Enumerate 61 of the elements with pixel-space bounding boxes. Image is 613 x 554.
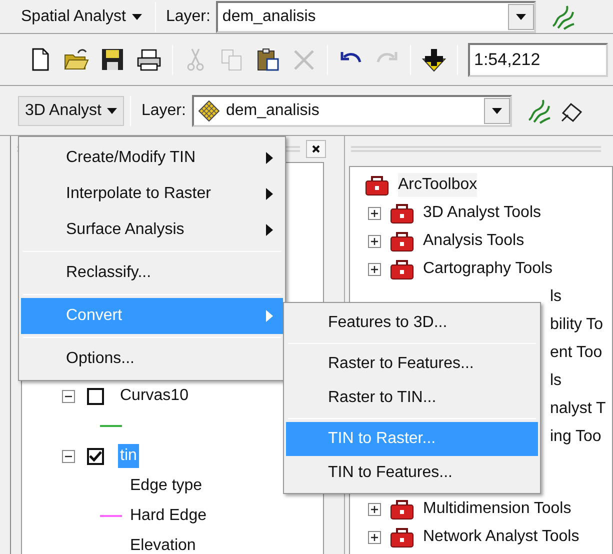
analyst-menu-button[interactable]: Spatial Analyst	[14, 2, 149, 32]
expand-toggle[interactable]	[368, 206, 381, 220]
contour-icon[interactable]	[550, 4, 576, 30]
toolset-name[interactable]: Multidimension Tools	[423, 497, 572, 521]
open-folder-icon[interactable]	[64, 46, 90, 72]
expand-toggle[interactable]	[368, 530, 381, 544]
toolbox-icon	[389, 257, 415, 281]
caret-icon	[132, 14, 142, 20]
menu-item[interactable]: Options...	[21, 341, 283, 377]
toolbox-icon	[389, 525, 415, 549]
toolset-name[interactable]: ls	[550, 369, 562, 393]
grid-layer-icon	[198, 100, 220, 122]
toolset-name[interactable]: ls	[550, 285, 562, 309]
layer-checkbox[interactable]	[87, 448, 104, 464]
menu-item[interactable]: TIN to Features...	[286, 456, 538, 490]
toolset-name[interactable]: 3D Analyst Tools	[423, 201, 541, 225]
toolbox-icon	[389, 229, 415, 253]
toolbox-icon	[389, 497, 415, 521]
menu-item[interactable]: Raster to Features...	[286, 347, 538, 381]
expand-toggle[interactable]	[368, 502, 381, 516]
check-icon	[89, 450, 102, 462]
legend-heading: Edge type	[130, 476, 202, 496]
close-icon	[312, 145, 320, 153]
close-button[interactable]	[306, 140, 326, 158]
layer-name[interactable]: Curvas10	[118, 384, 190, 408]
scale-field[interactable]: 1:54,212	[468, 42, 608, 76]
add-data-icon[interactable]	[421, 46, 447, 72]
toolbox-title[interactable]: ArcToolbox	[398, 173, 478, 197]
toolset-name[interactable]: ent Too	[550, 341, 602, 365]
layer-label: Layer:	[141, 100, 186, 120]
clipboard-icon[interactable]	[255, 46, 281, 72]
toolset-name[interactable]: Network Analyst Tools	[423, 525, 580, 549]
toolset-name[interactable]: Cartography Tools	[423, 257, 553, 281]
printer-icon[interactable]	[136, 46, 162, 72]
menu-item[interactable]: Raster to TIN...	[286, 381, 538, 415]
contour-icon[interactable]	[526, 98, 552, 124]
caret-icon	[492, 108, 502, 114]
toolset-name[interactable]: nalyst T	[550, 397, 606, 421]
layer-checkbox[interactable]	[87, 388, 104, 404]
analyst-menu-button[interactable]: 3D Analyst	[18, 96, 124, 126]
caret-icon	[516, 14, 526, 20]
legend-label: Hard Edge	[130, 506, 206, 526]
expand-toggle[interactable]	[368, 262, 381, 276]
expand-toggle[interactable]	[368, 234, 381, 248]
collapse-toggle[interactable]	[62, 390, 75, 402]
menu-item[interactable]: Create/Modify TIN	[21, 140, 283, 176]
menu-item[interactable]: Reclassify...	[21, 255, 283, 291]
toolbox-icon	[389, 201, 415, 225]
toolset-name[interactable]: ing Too	[550, 425, 602, 449]
toolbox-icon	[364, 173, 390, 197]
toolset-name[interactable]: bility To	[550, 313, 604, 337]
toolset-name[interactable]: Analysis Tools	[423, 229, 524, 253]
menu-item[interactable]: Surface Analysis	[21, 212, 283, 248]
collapse-toggle[interactable]	[62, 450, 75, 462]
legend-heading: Elevation	[130, 536, 196, 554]
menu-item[interactable]: Interpolate to Raster	[21, 176, 283, 212]
layer-dropdown[interactable]: dem_analisis	[216, 0, 536, 32]
layer-label: Layer:	[166, 6, 210, 26]
caret-icon	[107, 108, 118, 114]
layer-dropdown[interactable]: dem_analisis	[192, 94, 512, 126]
menu-item[interactable]: Features to 3D...	[286, 306, 538, 340]
